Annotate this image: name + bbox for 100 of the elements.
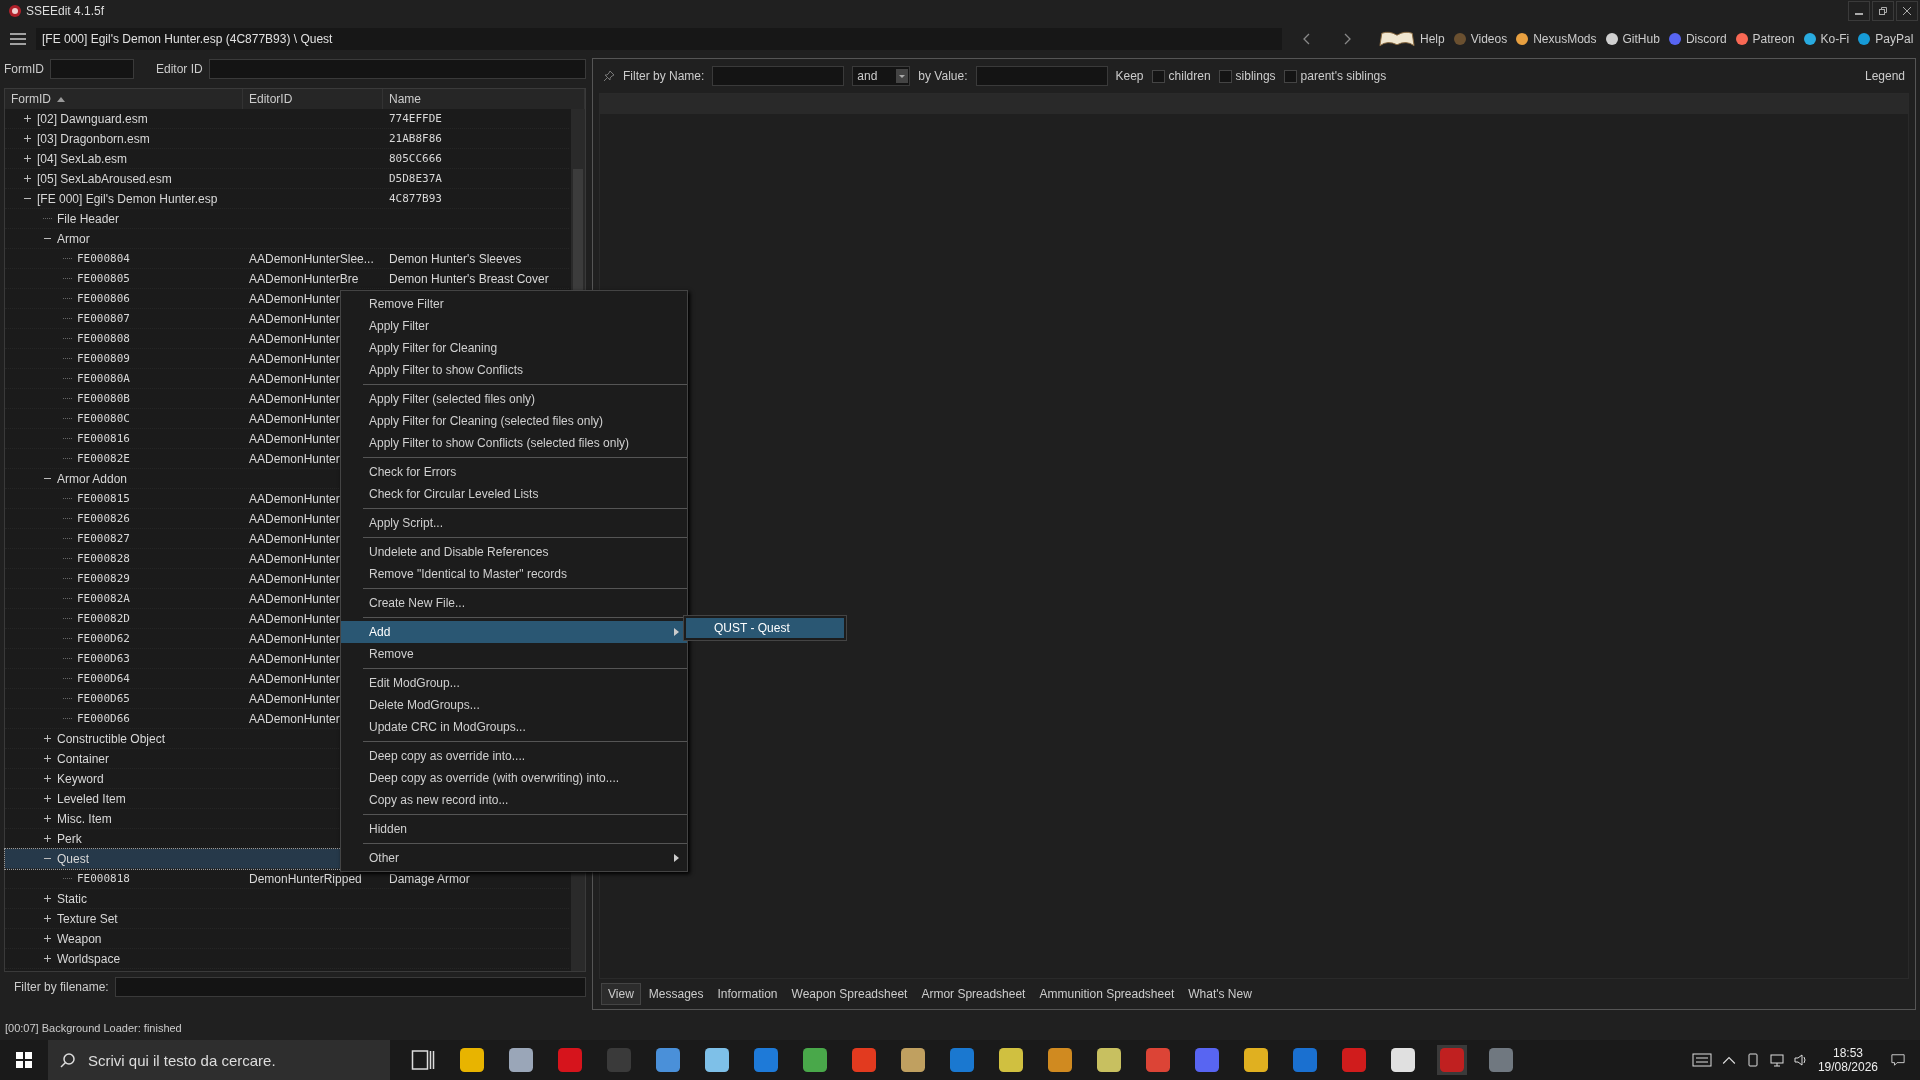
- form-id-cell[interactable]: FE000806: [77, 292, 130, 305]
- column-header[interactable]: FormID: [5, 89, 243, 109]
- expand-icon[interactable]: [43, 814, 52, 823]
- form-id-cell[interactable]: FE000807: [77, 312, 130, 325]
- link[interactable]: GitHub: [1622, 32, 1660, 46]
- app-icon[interactable]: [702, 1045, 732, 1075]
- form-id-cell[interactable]: FE000805: [77, 272, 130, 285]
- app-icon[interactable]: [506, 1045, 536, 1075]
- form-id-cell[interactable]: FE000D66: [77, 712, 130, 725]
- filter-field[interactable]: [208, 59, 586, 79]
- form-id-cell[interactable]: FE000808: [77, 332, 130, 345]
- link[interactable]: NexusMods: [1533, 32, 1597, 46]
- tree-row[interactable]: Worldspace: [5, 949, 569, 969]
- expand-icon[interactable]: [43, 794, 52, 803]
- checkbox[interactable]: [1283, 69, 1297, 83]
- expand-icon[interactable]: [43, 834, 52, 843]
- tree-node-label[interactable]: [FE 000] Egil's Demon Hunter.esp: [37, 191, 218, 206]
- form-id-cell[interactable]: FE000818: [77, 872, 130, 885]
- checkbox[interactable]: [1218, 69, 1232, 83]
- app-icon[interactable]: [1094, 1045, 1124, 1075]
- expand-icon[interactable]: [43, 914, 52, 923]
- menu-item[interactable]: Add: [341, 621, 687, 643]
- tab[interactable]: Information: [711, 983, 784, 1005]
- expand-icon[interactable]: [23, 174, 32, 183]
- app-icon[interactable]: [457, 1045, 487, 1075]
- tree-row[interactable]: Static: [5, 889, 569, 909]
- tree-row[interactable]: [02] Dawnguard.esm 774EFFDE: [5, 109, 569, 129]
- expand-icon[interactable]: [43, 954, 52, 963]
- tree-row[interactable]: [FE 000] Egil's Demon Hunter.esp 4C877B93: [5, 189, 569, 209]
- expand-icon[interactable]: [43, 894, 52, 903]
- tree-row[interactable]: File Header: [5, 209, 569, 229]
- form-id-cell[interactable]: FE000829: [77, 572, 130, 585]
- speaker-icon[interactable]: [1793, 1053, 1808, 1067]
- link[interactable]: Help: [1420, 32, 1445, 46]
- clock-date[interactable]: 19/08/2026: [1817, 1060, 1878, 1074]
- form-id-cell[interactable]: FE000D62: [77, 632, 130, 645]
- filename-filter-field[interactable]: [114, 977, 586, 997]
- expand-icon[interactable]: [23, 134, 32, 143]
- app-icon[interactable]: [1388, 1045, 1418, 1075]
- link[interactable]: Discord: [1685, 32, 1727, 46]
- tree-row[interactable]: FE000805 AADemonHunterBre Demon Hunter's Breast Cover: [5, 269, 569, 289]
- tree-row[interactable]: Texture Set: [5, 909, 569, 929]
- link[interactable]: Ko-Fi: [1820, 32, 1850, 46]
- keyboard-icon[interactable]: [1691, 1053, 1712, 1067]
- tree-node-label[interactable]: Worldspace: [57, 951, 121, 966]
- form-id-cell[interactable]: FE00082A: [77, 592, 130, 605]
- checkbox-label[interactable]: siblings: [1235, 69, 1276, 83]
- value-filter-field[interactable]: [975, 66, 1108, 86]
- form-id-cell[interactable]: FE000827: [77, 532, 130, 545]
- expand-icon[interactable]: [23, 154, 32, 163]
- tab[interactable]: Armor Spreadsheet: [915, 983, 1032, 1005]
- expand-icon[interactable]: [43, 754, 52, 763]
- tree-node-label[interactable]: Quest: [57, 851, 89, 866]
- tree-node-label[interactable]: Perk: [57, 831, 82, 846]
- notification-icon[interactable]: [1888, 1053, 1908, 1067]
- tree-node-label[interactable]: Armor: [57, 231, 90, 246]
- tab[interactable]: Ammunition Spreadsheet: [1033, 983, 1181, 1005]
- link[interactable]: PayPal: [1875, 32, 1914, 46]
- legend-button[interactable]: Legend: [1864, 69, 1905, 83]
- link[interactable]: Videos: [1470, 32, 1508, 46]
- form-id-cell[interactable]: FE000804: [77, 252, 130, 265]
- tree-node-label[interactable]: Misc. Item: [57, 811, 112, 826]
- form-id-cell[interactable]: FE00082D: [77, 612, 130, 625]
- filter-field[interactable]: [50, 59, 134, 79]
- tree-node-label[interactable]: Leveled Item: [57, 791, 126, 806]
- taskbar-search-field[interactable]: Scrivi qui il testo da cercare.: [48, 1040, 390, 1080]
- menu-icon[interactable]: [10, 33, 26, 45]
- expand-icon[interactable]: [23, 114, 32, 123]
- tree-node-label[interactable]: Keyword: [57, 771, 104, 786]
- tree-node-label[interactable]: Container: [57, 751, 110, 766]
- app-icon[interactable]: [898, 1045, 928, 1075]
- form-id-cell[interactable]: FE00080B: [77, 392, 130, 405]
- close-button[interactable]: [1896, 1, 1918, 21]
- tree-node-label[interactable]: [05] SexLabAroused.esm: [37, 171, 172, 186]
- checkbox-label[interactable]: parent's siblings: [1300, 69, 1387, 83]
- tab[interactable]: View: [601, 983, 641, 1005]
- clock-time[interactable]: 18:53: [1832, 1046, 1863, 1060]
- form-id-cell[interactable]: FE000D65: [77, 692, 130, 705]
- tree-row[interactable]: Armor: [5, 229, 569, 249]
- expand-icon[interactable]: [43, 934, 52, 943]
- tree-node-label[interactable]: Weapon: [57, 931, 102, 946]
- tree-row[interactable]: [05] SexLabAroused.esm D5D8E37A: [5, 169, 569, 189]
- checkbox-label[interactable]: children: [1168, 69, 1211, 83]
- column-header[interactable]: EditorID: [243, 89, 383, 109]
- tab[interactable]: What's New: [1182, 983, 1258, 1005]
- pin-icon[interactable]: [603, 70, 615, 82]
- tree-row[interactable]: FE000804 AADemonHunterSlee... Demon Hunter's Sleeves: [5, 249, 569, 269]
- tree-node-label[interactable]: [04] SexLab.esm: [37, 151, 128, 166]
- tree-node-label[interactable]: Armor Addon: [57, 471, 128, 486]
- tab[interactable]: Weapon Spreadsheet: [785, 983, 914, 1005]
- form-id-cell[interactable]: FE000828: [77, 552, 130, 565]
- tree-node-label[interactable]: Static: [57, 891, 87, 906]
- minimize-button[interactable]: [1848, 1, 1870, 21]
- tree-node-label[interactable]: [03] Dragonborn.esm: [37, 131, 150, 146]
- form-id-cell[interactable]: FE000826: [77, 512, 130, 525]
- form-id-cell[interactable]: FE00080C: [77, 412, 130, 425]
- network-icon[interactable]: [1769, 1053, 1784, 1067]
- menu-item[interactable]: QUST - Quest: [686, 618, 844, 638]
- expand-icon[interactable]: [43, 734, 52, 743]
- tree-node-label[interactable]: Texture Set: [57, 911, 118, 926]
